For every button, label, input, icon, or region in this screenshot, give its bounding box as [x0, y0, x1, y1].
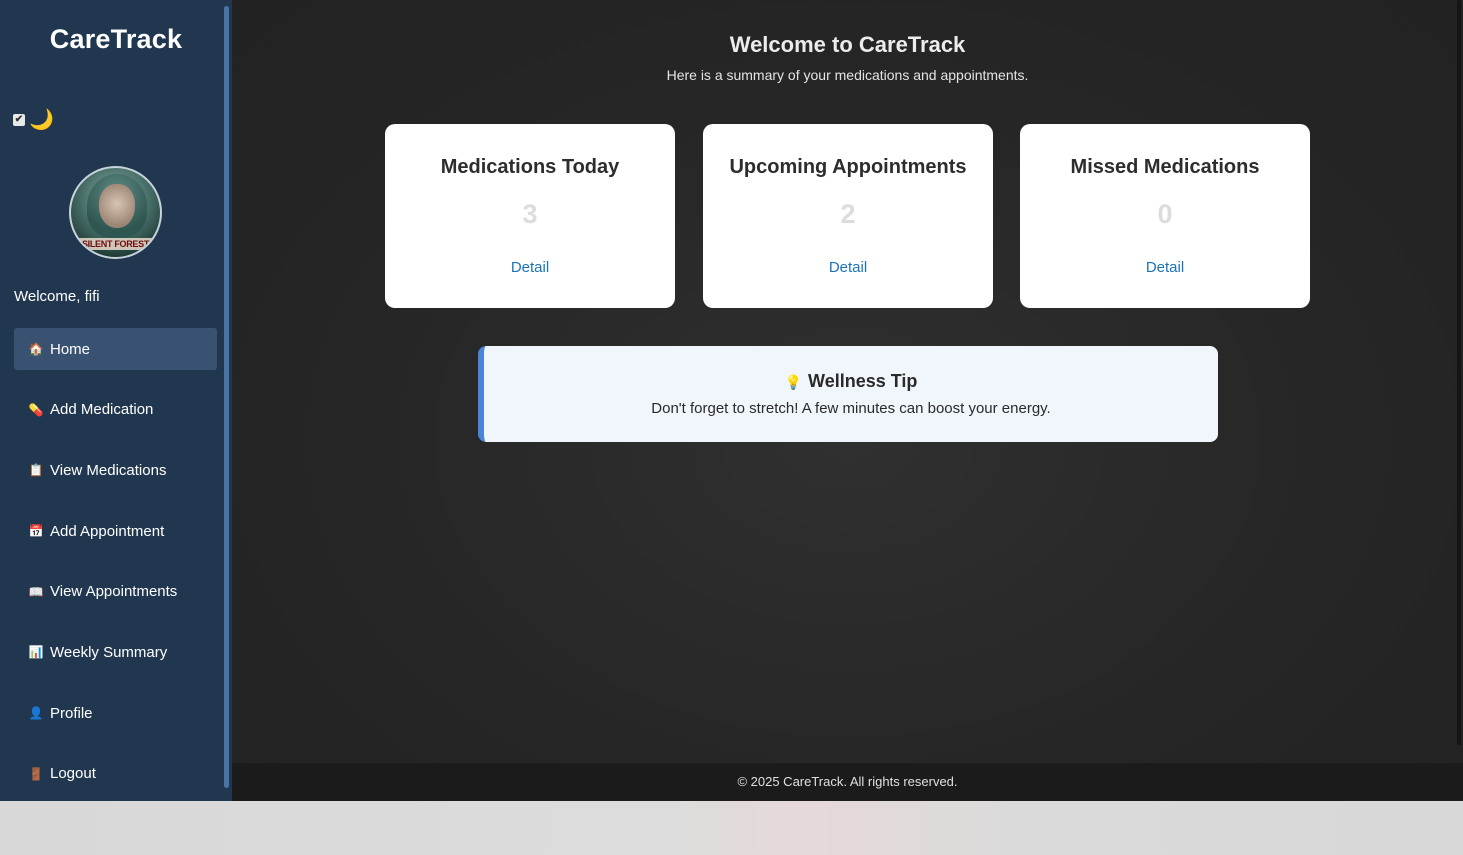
- sidebar-nav: 🏠 Home 💊 Add Medication 📋 View Medicatio…: [14, 328, 217, 814]
- page-title: Welcome to CareTrack: [729, 32, 966, 57]
- sidebar: CareTrack ✔ 🌙 SILENT FOREST Welcome, fif…: [0, 0, 232, 801]
- app-window: CareTrack ✔ 🌙 SILENT FOREST Welcome, fif…: [0, 0, 1463, 801]
- door-icon: 🚪: [28, 766, 44, 781]
- clipboard-icon: 📋: [28, 463, 44, 478]
- wellness-tip: 💡 Wellness Tip Don't forget to stretch! A…: [478, 346, 1218, 442]
- footer: © 2025 CareTrack. All rights reserved.: [232, 763, 1463, 801]
- main-scrollbar[interactable]: [1457, 0, 1461, 745]
- home-icon: 🏠: [28, 342, 44, 356]
- welcome-user: Welcome, fifi: [14, 288, 100, 305]
- sidebar-item-label: Logout: [50, 765, 96, 783]
- sidebar-item-logout[interactable]: 🚪 Logout: [14, 753, 217, 795]
- page-subtitle: Here is a summary of your medications an…: [666, 67, 1029, 83]
- sidebar-item-label: Home: [50, 340, 91, 358]
- calendar-icon: 📅: [28, 524, 44, 539]
- sidebar-scrollbar[interactable]: [224, 6, 229, 788]
- sidebar-item-weekly-summary[interactable]: 📊 Weekly Summary: [14, 631, 217, 673]
- sidebar-item-view-medications[interactable]: 📋 View Medications: [14, 449, 217, 491]
- brand-title: CareTrack: [49, 24, 183, 54]
- sidebar-item-label: View Appointments: [50, 583, 178, 601]
- card-value: 3: [522, 199, 538, 229]
- avatar[interactable]: SILENT FOREST: [69, 166, 162, 259]
- sidebar-item-label: Add Appointment: [50, 522, 165, 540]
- card-upcoming-appointments: Upcoming Appointments 2 Detail: [703, 124, 993, 308]
- moon-icon: 🌙: [29, 109, 54, 131]
- tip-heading: 💡 Wellness Tip: [484, 371, 1218, 392]
- main-content: Welcome to CareTrack Here is a summary o…: [232, 0, 1463, 801]
- detail-link[interactable]: Detail: [385, 259, 675, 276]
- card-title: Missed Medications: [1070, 156, 1260, 178]
- avatar-caption: SILENT FOREST: [71, 238, 160, 250]
- sidebar-item-label: View Medications: [50, 461, 167, 479]
- theme-checkbox[interactable]: ✔: [13, 114, 25, 126]
- user-icon: 👤: [28, 706, 44, 721]
- card-medications-today: Medications Today 3 Detail: [385, 124, 675, 308]
- avatar-face: [99, 184, 135, 228]
- lightbulb-icon: 💡: [784, 374, 803, 390]
- sidebar-item-home[interactable]: 🏠 Home: [14, 328, 217, 370]
- bar-chart-icon: 📊: [28, 645, 44, 660]
- card-value: 0: [1157, 199, 1173, 229]
- card-title: Medications Today: [440, 156, 620, 178]
- detail-link[interactable]: Detail: [1020, 259, 1310, 276]
- book-icon: 📖: [28, 584, 44, 599]
- background-strip: [0, 801, 1463, 855]
- tip-body: Don't forget to stretch! A few minutes c…: [651, 400, 1051, 417]
- detail-link[interactable]: Detail: [703, 259, 993, 276]
- sidebar-item-profile[interactable]: 👤 Profile: [14, 692, 217, 734]
- sidebar-item-view-appointments[interactable]: 📖 View Appointments: [14, 571, 217, 613]
- card-missed-medications: Missed Medications 0 Detail: [1020, 124, 1310, 308]
- pill-icon: 💊: [28, 402, 44, 417]
- sidebar-item-label: Profile: [50, 704, 93, 722]
- card-value: 2: [840, 199, 856, 229]
- sidebar-item-add-appointment[interactable]: 📅 Add Appointment: [14, 510, 217, 552]
- theme-toggle[interactable]: ✔ 🌙: [13, 110, 54, 130]
- tip-title: Wellness Tip: [808, 371, 918, 391]
- sidebar-item-add-medication[interactable]: 💊 Add Medication: [14, 389, 217, 431]
- card-title: Upcoming Appointments: [729, 156, 967, 178]
- sidebar-item-label: Add Medication: [50, 401, 154, 419]
- sidebar-item-label: Weekly Summary: [50, 643, 168, 661]
